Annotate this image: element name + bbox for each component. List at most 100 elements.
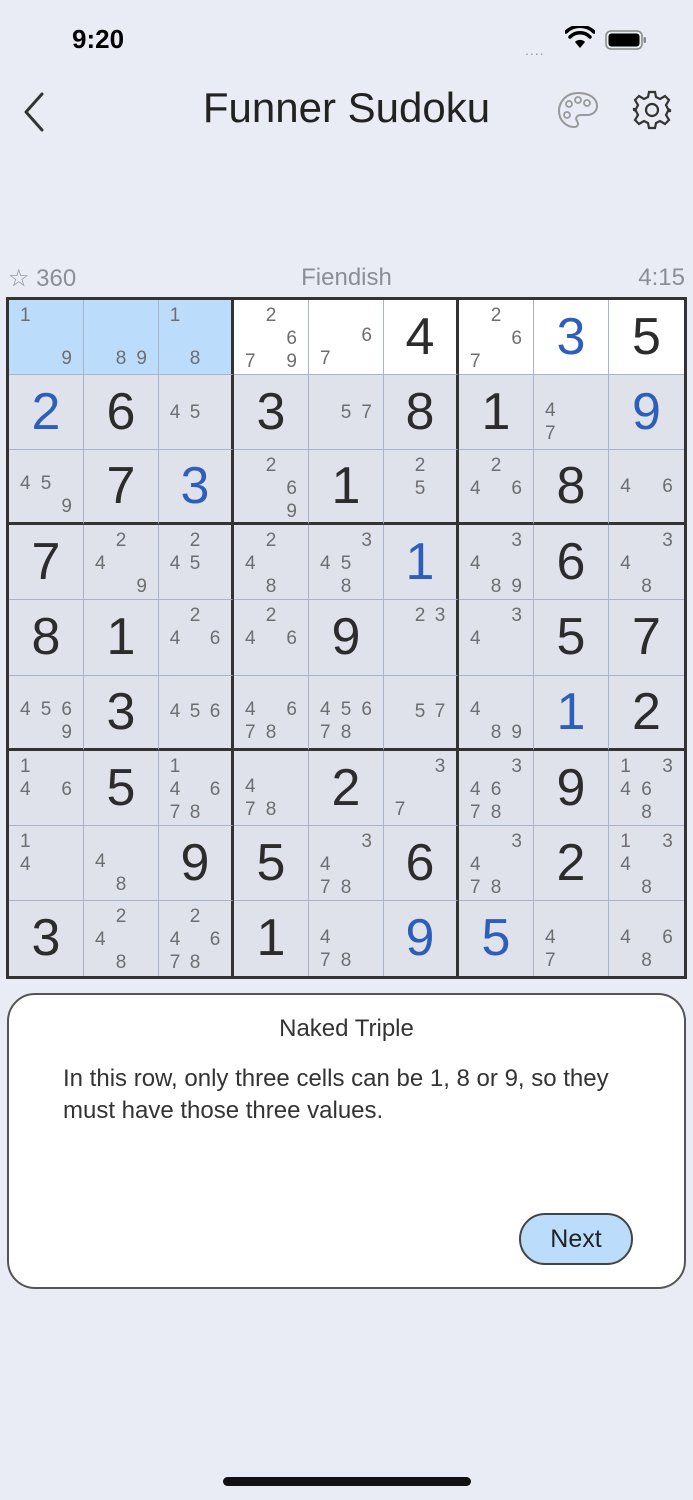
sudoku-cell[interactable]: 45 (159, 375, 234, 451)
sudoku-cell[interactable]: 3 489 (459, 525, 534, 601)
sudoku-cell[interactable]: 67 (309, 300, 384, 376)
cell-candidates: 248 (90, 905, 152, 973)
sudoku-cell[interactable]: 5 (234, 825, 309, 901)
sudoku-cell[interactable]: 478 (234, 750, 309, 826)
candidate-note: 8 (189, 348, 201, 370)
sudoku-cell[interactable]: 3 458 (309, 525, 384, 601)
sudoku-cell[interactable]: 7 (9, 525, 84, 601)
sudoku-cell[interactable]: 7 (609, 600, 684, 676)
sudoku-cell[interactable]: 14 6 78 (159, 750, 234, 826)
sudoku-cell[interactable]: 18 (159, 300, 234, 376)
sudoku-cell[interactable]: 3 (84, 675, 159, 751)
candidate-note: 3 (662, 530, 673, 552)
sudoku-cell[interactable]: 46 (609, 450, 684, 526)
sudoku-cell[interactable]: 459 (9, 450, 84, 526)
sudoku-cell[interactable]: 489 (459, 675, 534, 751)
sudoku-cell[interactable]: 3 48 (609, 525, 684, 601)
sudoku-cell[interactable]: 2 (9, 375, 84, 451)
sudoku-cell[interactable]: 4 (384, 300, 459, 376)
sudoku-cell[interactable]: 19 (9, 300, 84, 376)
cell-given-digit: 2 (331, 758, 361, 817)
sudoku-cell[interactable]: 24 6 78 (159, 900, 234, 976)
sudoku-cell[interactable]: 9 (609, 375, 684, 451)
sudoku-cell[interactable]: 1 (234, 900, 309, 976)
sudoku-cell[interactable]: 3 4678 (459, 750, 534, 826)
sudoku-cell[interactable]: 25 (384, 450, 459, 526)
sudoku-cell[interactable]: 26 7 (459, 300, 534, 376)
candidate-note (90, 575, 111, 598)
sudoku-cell[interactable]: 1 (84, 600, 159, 676)
gear-icon[interactable] (630, 88, 674, 132)
sudoku-cell[interactable]: 34 (459, 600, 534, 676)
sudoku-cell[interactable]: 1 (309, 450, 384, 526)
candidate-note: 4 (169, 778, 181, 800)
sudoku-cell[interactable]: 3 478 (309, 825, 384, 901)
candidate-note (36, 347, 57, 370)
sudoku-cell[interactable]: 14 (9, 825, 84, 901)
sudoku-cell[interactable]: 2 (609, 675, 684, 751)
sudoku-cell[interactable]: 8 (534, 450, 609, 526)
sudoku-cell[interactable]: 24 9 (84, 525, 159, 601)
sudoku-cell[interactable]: 8 (384, 375, 459, 451)
sudoku-cell[interactable]: 89 (84, 300, 159, 376)
sudoku-cell[interactable]: 57 (309, 375, 384, 451)
sudoku-cell[interactable]: 9 (534, 750, 609, 826)
sudoku-cell[interactable]: 4 68 (609, 900, 684, 976)
sudoku-cell[interactable]: 3 (9, 900, 84, 976)
sudoku-cell[interactable]: 26 7 9 (234, 300, 309, 376)
next-button[interactable]: Next (519, 1213, 633, 1265)
sudoku-cell[interactable]: 6 (84, 375, 159, 451)
sudoku-cell[interactable]: 3 478 (459, 825, 534, 901)
sudoku-cell[interactable]: 5 (609, 300, 684, 376)
sudoku-cell[interactable]: 3 (159, 450, 234, 526)
cell-candidates: 46 (615, 454, 678, 518)
sudoku-cell[interactable]: 4569 (9, 675, 84, 751)
sudoku-cell[interactable]: 245 (159, 525, 234, 601)
sudoku-cell[interactable]: 5 (534, 600, 609, 676)
sudoku-cell[interactable]: 5 (459, 900, 534, 976)
sudoku-cell[interactable]: 2 (309, 750, 384, 826)
sudoku-cell[interactable]: 269 (234, 450, 309, 526)
sudoku-cell[interactable]: 456 (159, 675, 234, 751)
sudoku-cell[interactable]: 9 (309, 600, 384, 676)
sudoku-cell[interactable]: 7 (84, 450, 159, 526)
sudoku-cell[interactable]: 57 (384, 675, 459, 751)
sudoku-cell[interactable]: 5 (84, 750, 159, 826)
candidate-note: 7 (545, 950, 556, 971)
sudoku-cell[interactable]: 456 78 (309, 675, 384, 751)
sudoku-cell[interactable]: 248 (234, 525, 309, 601)
sudoku-cell[interactable]: 1 3 468 (609, 750, 684, 826)
sudoku-cell[interactable]: 2 (534, 825, 609, 901)
sudoku-cell[interactable]: 24 6 (159, 600, 234, 676)
sudoku-cell[interactable]: 47 (534, 375, 609, 451)
sudoku-cell[interactable]: 14 6 (9, 750, 84, 826)
sudoku-cell[interactable]: 3 (234, 375, 309, 451)
sudoku-cell[interactable]: 3 (534, 300, 609, 376)
sudoku-cell[interactable]: 1 (534, 675, 609, 751)
sudoku-cell[interactable]: 24 6 (459, 450, 534, 526)
sudoku-cell[interactable]: 47 (534, 900, 609, 976)
sudoku-cell[interactable]: 248 (84, 900, 159, 976)
sudoku-cell[interactable]: 37 (384, 750, 459, 826)
sudoku-cell[interactable]: 9 (159, 825, 234, 901)
candidate-note: 4 (545, 400, 556, 422)
sudoku-cell[interactable]: 1 3 48 (609, 825, 684, 901)
sudoku-cell[interactable]: 4 6 78 (234, 675, 309, 751)
sudoku-cell[interactable]: 48 (84, 825, 159, 901)
cell-candidates: 456 78 (315, 680, 377, 744)
sudoku-cell[interactable]: 6 (534, 525, 609, 601)
sudoku-cell[interactable]: 1 (459, 375, 534, 451)
palette-icon[interactable] (556, 88, 600, 132)
cell-given-digit: 3 (106, 682, 136, 741)
cell-given-digit: 1 (481, 383, 511, 442)
sudoku-cell[interactable]: 24 6 (234, 600, 309, 676)
sudoku-cell[interactable]: 478 (309, 900, 384, 976)
sudoku-cell[interactable]: 6 (384, 825, 459, 901)
sudoku-cell[interactable]: 9 (384, 900, 459, 976)
candidate-note (336, 424, 357, 446)
cell-entered-digit: 5 (481, 909, 511, 968)
sudoku-cell[interactable]: 8 (9, 600, 84, 676)
cell-given-digit: 8 (31, 608, 61, 667)
sudoku-cell[interactable]: 23 (384, 600, 459, 676)
sudoku-cell[interactable]: 1 (384, 525, 459, 601)
